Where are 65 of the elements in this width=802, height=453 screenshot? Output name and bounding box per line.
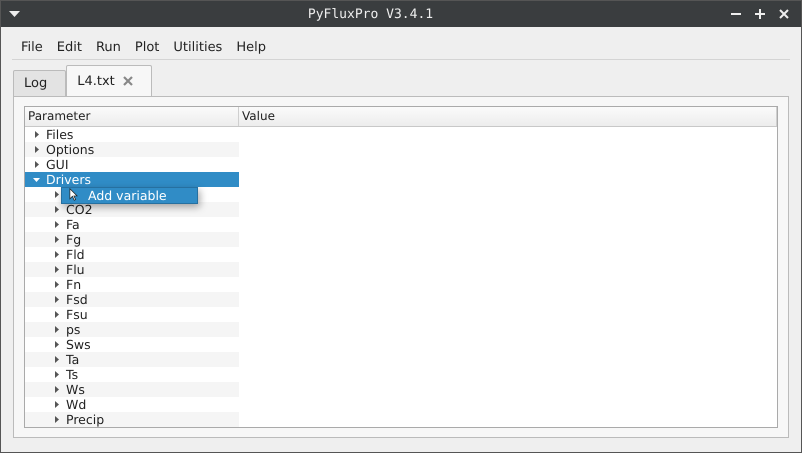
collapsed-arrow-icon[interactable]: [33, 161, 40, 168]
collapsed-arrow-icon[interactable]: [53, 386, 60, 393]
tree-row[interactable]: Fg: [25, 232, 239, 247]
tree-row[interactable]: Fsd: [25, 292, 239, 307]
collapsed-arrow-icon[interactable]: [53, 281, 60, 288]
collapsed-arrow-icon[interactable]: [53, 266, 60, 273]
minimize-icon[interactable]: [731, 13, 741, 16]
tree-item-label: Drivers: [46, 172, 91, 187]
menu-item[interactable]: Help: [236, 40, 280, 55]
tree-item-label: Precip: [66, 412, 104, 427]
collapsed-arrow-icon[interactable]: [53, 191, 60, 198]
collapsed-arrow-icon[interactable]: [53, 356, 60, 363]
collapsed-arrow-icon[interactable]: [53, 416, 60, 423]
tree-item-label: Ts: [66, 367, 78, 382]
menu-item[interactable]: Plot: [134, 40, 174, 55]
collapsed-arrow-icon[interactable]: [53, 371, 60, 378]
collapsed-arrow-icon[interactable]: [53, 341, 60, 348]
tree-item-label: Fn: [66, 277, 82, 292]
maximize-icon[interactable]: [755, 9, 765, 20]
collapsed-arrow-icon[interactable]: [53, 251, 60, 258]
collapsed-arrow-icon[interactable]: [53, 236, 60, 243]
tree-item-label: Flu: [66, 262, 85, 277]
tree-row[interactable]: Ta: [25, 352, 239, 367]
tree-item-label: Fsd: [66, 292, 88, 307]
tree-row[interactable]: Flu: [25, 262, 239, 277]
tree-row[interactable]: Options: [25, 142, 239, 157]
expanded-arrow-icon[interactable]: [33, 176, 40, 183]
collapsed-arrow-icon[interactable]: [53, 296, 60, 303]
mouse-cursor-icon: [69, 188, 78, 201]
collapsed-arrow-icon[interactable]: [53, 311, 60, 318]
collapsed-arrow-icon[interactable]: [53, 401, 60, 408]
tab[interactable]: L4.txt: [66, 65, 152, 96]
menu-item[interactable]: Run: [96, 40, 135, 55]
menu-item[interactable]: File: [21, 40, 57, 55]
collapsed-arrow-icon[interactable]: [53, 206, 60, 213]
tree-item-label: Files: [46, 127, 74, 142]
tree-item-label: Wd: [66, 397, 86, 412]
tree-item-label: Fsu: [66, 307, 88, 322]
tree-item-label: ps: [66, 322, 80, 337]
collapsed-arrow-icon[interactable]: [53, 221, 60, 228]
tree-row[interactable]: ps: [25, 322, 239, 337]
tree-item-label: Sws: [66, 337, 91, 352]
tree-item-label: Fa: [66, 217, 80, 232]
tree-item-label: CO2: [66, 202, 93, 217]
tree-row[interactable]: CO2: [25, 202, 239, 217]
collapsed-arrow-icon[interactable]: [33, 146, 40, 153]
tree-row[interactable]: Precip: [25, 412, 239, 427]
context-menu-item[interactable]: Add variable: [62, 188, 167, 203]
collapsed-arrow-icon[interactable]: [33, 131, 40, 138]
tree-item-label: GUI: [46, 157, 69, 172]
tab[interactable]: Log: [13, 70, 66, 96]
collapsed-arrow-icon[interactable]: [53, 326, 60, 333]
tree-item-label: Options: [46, 142, 94, 157]
tree-item-label: Fg: [66, 232, 82, 247]
menu-item[interactable]: Utilities: [173, 40, 236, 55]
window-menu-icon[interactable]: [9, 11, 20, 18]
column-header[interactable]: Value: [239, 107, 777, 126]
tree-item-label: Ta: [66, 352, 80, 367]
window-title: PyFluxPro V3.4.1: [306, 6, 434, 22]
tree-row[interactable]: Ws: [25, 382, 239, 397]
column-header[interactable]: Parameter: [25, 107, 239, 126]
tree-item-label: Ws: [66, 382, 85, 397]
tree-item-label: Fld: [66, 247, 85, 262]
menu-item[interactable]: Edit: [56, 40, 96, 55]
tree-row[interactable]: Drivers: [25, 172, 239, 187]
